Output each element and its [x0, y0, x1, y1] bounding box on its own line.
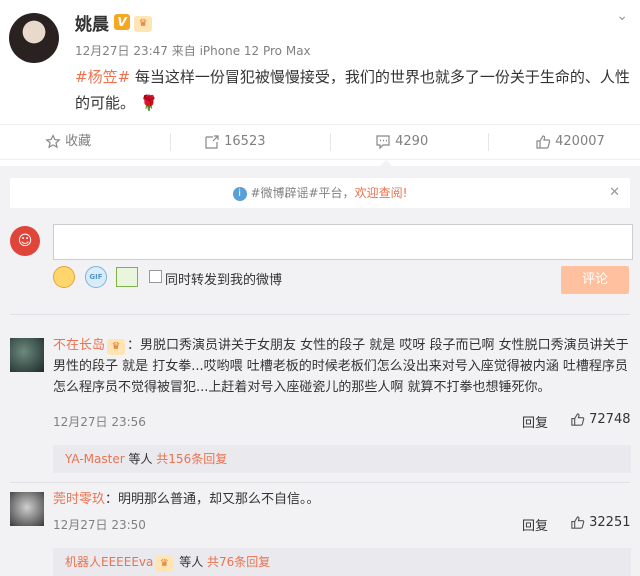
forward-checkbox[interactable]: [149, 270, 162, 283]
image-icon[interactable]: [116, 267, 138, 287]
star-icon: [45, 133, 61, 148]
reply-button[interactable]: 回复: [522, 515, 548, 534]
divider: [488, 133, 489, 151]
verified-v-icon: V: [114, 14, 130, 30]
comment-avatar[interactable]: [10, 492, 44, 526]
hashtag-link[interactable]: #杨笠#: [75, 68, 130, 86]
forward-count: 16523: [224, 134, 266, 149]
sub-replies[interactable]: 机器人EEEEEva ♛ 等人 共76条回复: [53, 548, 631, 576]
reply-button[interactable]: 回复: [522, 412, 548, 431]
notice-hashtag[interactable]: #微博辟谣#平台，: [250, 186, 354, 200]
forward-checkbox-label[interactable]: 同时转发到我的微博: [165, 269, 282, 288]
sub-reply-mid: 等人: [124, 452, 157, 466]
comment-like-button[interactable]: 32251: [570, 515, 631, 530]
gif-icon[interactable]: GIF: [85, 266, 107, 288]
divider: [10, 314, 630, 315]
comment-input[interactable]: [53, 224, 633, 260]
submit-comment-button[interactable]: 评论: [561, 266, 629, 294]
post-time[interactable]: 12月27日 23:47: [75, 44, 168, 58]
like-button[interactable]: 420007: [535, 125, 605, 159]
sub-reply-user[interactable]: 机器人EEEEEva: [65, 555, 153, 569]
favorite-button[interactable]: 收藏: [45, 125, 91, 159]
post-meta: 12月27日 23:47 来自 iPhone 12 Pro Max: [75, 42, 311, 59]
comment-text-1: 不在长岛 ♛ ：男脱口秀演员讲关于女朋友 女性的段子 就是 哎呀 段子而已啊 女性脱…: [53, 335, 631, 398]
forward-icon: [205, 134, 219, 149]
post-source: 来自 iPhone 12 Pro Max: [171, 44, 311, 58]
chevron-down-icon[interactable]: ⌄: [616, 8, 628, 24]
vip-crown-icon: ♛: [107, 339, 126, 355]
rumor-notice: i #微博辟谣#平台，欢迎查阅!: [10, 178, 630, 208]
post-body: #杨笠# 每当这样一份冒犯被慢慢接受，我们的世界也就多了一份关于生命的、人性的可…: [75, 64, 630, 116]
comment-avatar[interactable]: [10, 338, 44, 372]
sub-reply-more[interactable]: 共156条回复: [156, 452, 227, 466]
comment-count: 4290: [395, 134, 429, 149]
thumb-up-icon: [571, 516, 585, 529]
favorite-label: 收藏: [65, 134, 92, 149]
author-avatar[interactable]: [9, 13, 59, 63]
post-action-bar: 收藏 16523 4290 420007: [0, 124, 640, 160]
comment-like-count: 72748: [589, 412, 631, 427]
rose-icon: 🌹: [139, 94, 159, 112]
sub-reply-mid: 等人: [175, 555, 208, 569]
notice-link[interactable]: 欢迎查阅!: [355, 186, 408, 200]
comment-username[interactable]: 不在长岛: [53, 338, 105, 353]
forward-button[interactable]: 16523: [204, 125, 266, 159]
thumb-up-icon: [571, 413, 585, 426]
vip-crown-icon: ♛: [155, 556, 174, 572]
divider: [330, 133, 331, 151]
comment-like-count: 32251: [589, 515, 631, 530]
sub-reply-more[interactable]: 共76条回复: [207, 555, 270, 569]
emoji-icon[interactable]: [53, 266, 75, 288]
comment-icon: [376, 134, 390, 149]
like-count: 420007: [555, 134, 605, 149]
comment-username[interactable]: 莞时零玖: [53, 492, 105, 507]
comment-time: 12月27日 23:56: [53, 415, 146, 429]
vip-crown-icon: ♛: [134, 16, 153, 32]
sub-replies[interactable]: YA-Master 等人 共156条回复: [53, 445, 631, 473]
info-icon: i: [232, 186, 247, 201]
comment-body: ：明明那么普通，却又那么不自信。。: [105, 492, 320, 507]
thumb-up-icon: [536, 134, 551, 149]
comment-time: 12月27日 23:50: [53, 518, 146, 532]
close-icon[interactable]: ✕: [609, 178, 620, 208]
comment-text-2: 莞时零玖：明明那么普通，却又那么不自信。。: [53, 489, 631, 510]
author-badges: V ♛: [114, 14, 153, 32]
sub-reply-user[interactable]: YA-Master: [65, 452, 125, 466]
my-avatar[interactable]: ☺: [10, 226, 40, 256]
divider: [10, 482, 630, 483]
comment-like-button[interactable]: 72748: [570, 412, 631, 427]
divider: [170, 133, 171, 151]
comment-button[interactable]: 4290: [375, 125, 428, 159]
comment-body: ：男脱口秀演员讲关于女朋友 女性的段子 就是 哎呀 段子而已啊 女性脱口秀演员讲…: [53, 338, 629, 395]
author-name[interactable]: 姚晨: [75, 10, 109, 35]
